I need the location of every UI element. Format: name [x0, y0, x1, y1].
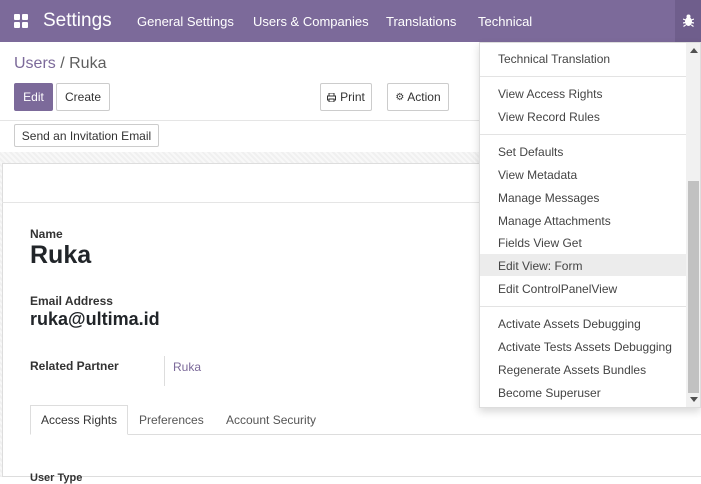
menu-users-companies[interactable]: Users & Companies: [253, 14, 369, 29]
menu-item-fields-view-get[interactable]: Fields View Get: [498, 236, 582, 250]
field-separator: [164, 356, 165, 386]
breadcrumb-current: Ruka: [69, 55, 107, 72]
print-icon: [327, 92, 337, 102]
send-invitation-button[interactable]: Send an Invitation Email: [14, 124, 159, 147]
menu-item-activate-assets-debugging[interactable]: Activate Assets Debugging: [498, 317, 641, 331]
email-value: ruka@ultima.id: [30, 309, 160, 329]
print-button[interactable]: Print: [320, 83, 372, 111]
apps-grid-icon[interactable]: [14, 14, 28, 28]
scrollbar-thumb[interactable]: [688, 181, 699, 393]
menu-item-edit-view-form[interactable]: Edit View: Form: [498, 259, 582, 273]
scroll-down-arrow-icon[interactable]: [690, 397, 698, 402]
menu-item-view-record-rules[interactable]: View Record Rules: [498, 110, 600, 124]
breadcrumb-separator: /: [55, 55, 70, 72]
breadcrumb: Users / Ruka: [14, 55, 106, 73]
dropdown-divider: [480, 134, 686, 135]
dropdown-divider: [480, 306, 686, 307]
menu-item-set-defaults[interactable]: Set Defaults: [498, 145, 563, 159]
name-value: Ruka: [30, 241, 92, 269]
action-label: Action: [407, 90, 441, 104]
debug-dropdown-menu: Technical Translation View Access Rights…: [479, 42, 701, 408]
action-button[interactable]: ⚙ Action: [387, 83, 449, 111]
dropdown-scrollbar[interactable]: [686, 43, 700, 407]
edit-button[interactable]: Edit: [14, 83, 53, 111]
name-label: Name: [30, 227, 63, 241]
related-partner-link[interactable]: Ruka: [173, 360, 201, 374]
menu-item-regenerate-assets-bundles[interactable]: Regenerate Assets Bundles: [498, 363, 646, 377]
menu-item-view-metadata[interactable]: View Metadata: [498, 168, 577, 182]
print-label: Print: [340, 90, 365, 104]
tab-preferences[interactable]: Preferences: [129, 405, 214, 435]
menu-translations[interactable]: Translations: [386, 14, 456, 29]
gear-icon: ⚙: [395, 91, 405, 103]
tab-account-security[interactable]: Account Security: [216, 405, 326, 435]
email-label: Email Address: [30, 294, 113, 308]
dropdown-divider: [480, 76, 686, 77]
menu-general-settings[interactable]: General Settings: [137, 14, 234, 29]
bug-icon: [683, 14, 694, 27]
menu-item-manage-attachments[interactable]: Manage Attachments: [498, 214, 611, 228]
menu-item-activate-tests-assets-debugging[interactable]: Activate Tests Assets Debugging: [498, 340, 672, 354]
debug-menu-button[interactable]: [675, 0, 701, 42]
user-type-label: User Type: [30, 472, 83, 484]
tab-access-rights[interactable]: Access Rights: [30, 405, 128, 435]
breadcrumb-users-link[interactable]: Users: [14, 55, 56, 72]
menu-item-technical-translation[interactable]: Technical Translation: [498, 52, 610, 66]
scroll-up-arrow-icon[interactable]: [690, 48, 698, 53]
app-title[interactable]: Settings: [43, 10, 112, 32]
related-partner-label: Related Partner: [30, 359, 119, 373]
top-navbar: Settings General Settings Users & Compan…: [0, 0, 701, 42]
menu-item-manage-messages[interactable]: Manage Messages: [498, 191, 599, 205]
menu-technical[interactable]: Technical: [478, 14, 532, 29]
menu-item-view-access-rights[interactable]: View Access Rights: [498, 87, 603, 101]
menu-item-become-superuser[interactable]: Become Superuser: [498, 386, 601, 400]
menu-item-edit-controlpanelview[interactable]: Edit ControlPanelView: [498, 282, 617, 296]
create-button[interactable]: Create: [56, 83, 110, 111]
